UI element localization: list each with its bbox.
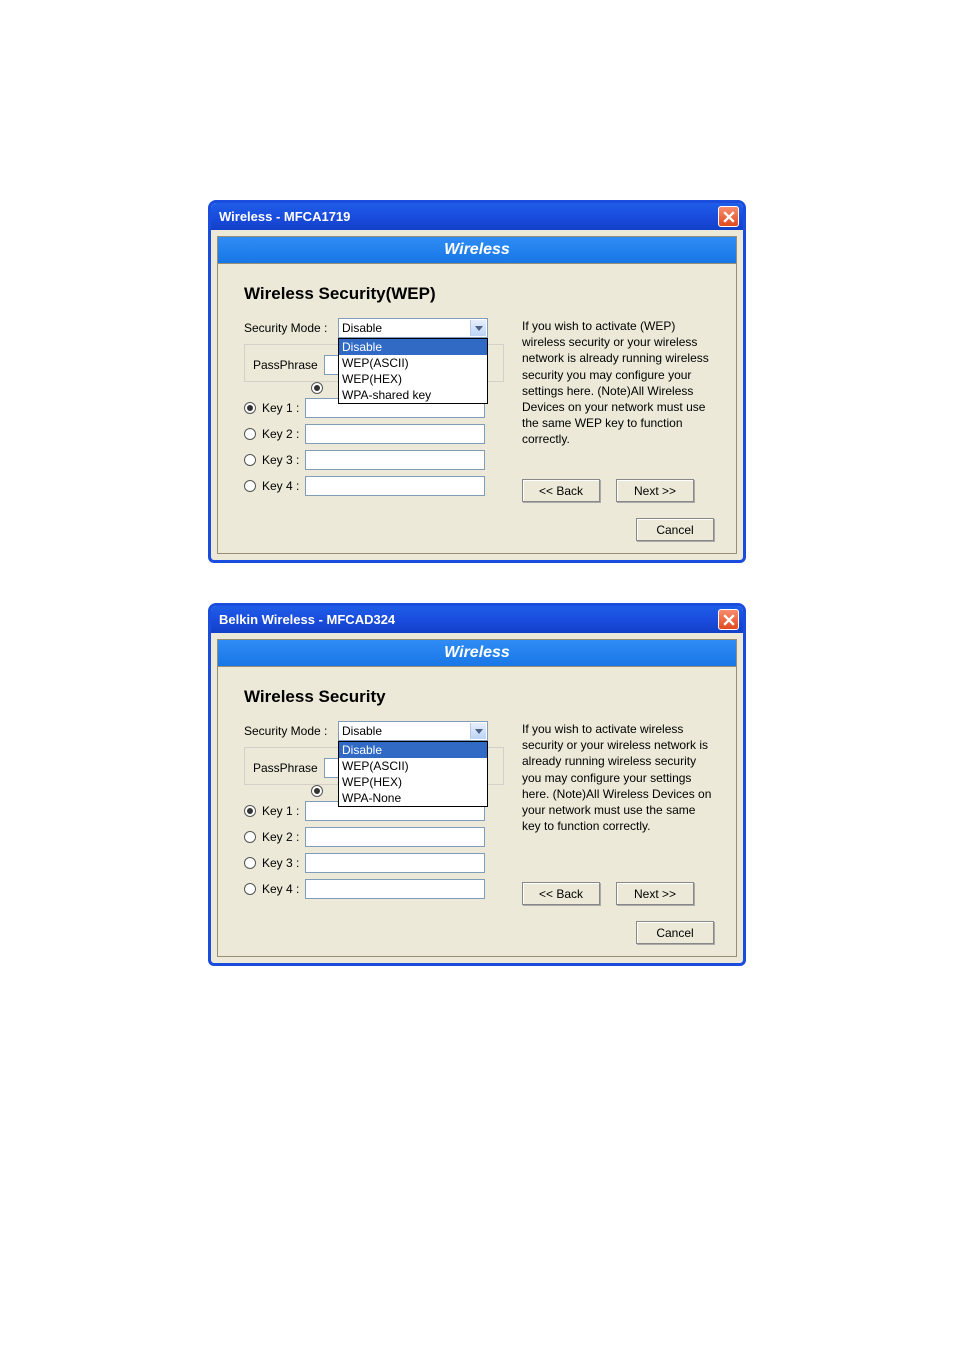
key-2-label: Key 2 : (262, 427, 299, 441)
passphrase-radio[interactable] (311, 785, 323, 797)
key-3-label: Key 3 : (262, 453, 299, 467)
close-icon (723, 614, 735, 626)
chevron-down-icon (470, 320, 486, 336)
help-text: If you wish to activate wireless securit… (522, 721, 714, 834)
key-4-label: Key 4 : (262, 479, 299, 493)
window-title: Wireless - MFCA1719 (219, 209, 350, 224)
close-button[interactable] (718, 206, 739, 227)
chevron-down-icon (470, 723, 486, 739)
key-3-label: Key 3 : (262, 856, 299, 870)
help-text: If you wish to activate (WEP) wireless s… (522, 318, 714, 448)
back-button[interactable]: << Back (522, 882, 600, 905)
key-2-input[interactable] (305, 424, 485, 444)
passphrase-radio[interactable] (311, 382, 323, 394)
passphrase-label: PassPhrase (253, 761, 318, 775)
dropdown-option-disable[interactable]: Disable (339, 742, 487, 758)
key-4-label: Key 4 : (262, 882, 299, 896)
key-3-input[interactable] (305, 853, 485, 873)
key-4-input[interactable] (305, 476, 485, 496)
key-1-label: Key 1 : (262, 804, 299, 818)
content-panel: Wireless Security Security Mode : Disabl… (217, 667, 737, 957)
dropdown-option-wep-ascii[interactable]: WEP(ASCII) (339, 758, 487, 774)
key-2-input[interactable] (305, 827, 485, 847)
key-4-radio[interactable] (244, 883, 256, 895)
security-mode-dropdown[interactable]: Disable WEP(ASCII) WEP(HEX) WPA-None (338, 741, 488, 807)
dropdown-option-wep-hex[interactable]: WEP(HEX) (339, 371, 487, 387)
dropdown-option-wep-ascii[interactable]: WEP(ASCII) (339, 355, 487, 371)
key-1-radio[interactable] (244, 402, 256, 414)
next-button[interactable]: Next >> (616, 479, 694, 502)
close-button[interactable] (718, 609, 739, 630)
window-title: Belkin Wireless - MFCAD324 (219, 612, 395, 627)
security-mode-select[interactable]: Disable (338, 318, 488, 338)
key-1-label: Key 1 : (262, 401, 299, 415)
security-mode-select[interactable]: Disable (338, 721, 488, 741)
back-button[interactable]: << Back (522, 479, 600, 502)
section-title: Wireless Security(WEP) (244, 284, 714, 304)
key-2-label: Key 2 : (262, 830, 299, 844)
key-3-input[interactable] (305, 450, 485, 470)
section-title: Wireless Security (244, 687, 714, 707)
security-mode-value: Disable (342, 321, 382, 335)
key-4-input[interactable] (305, 879, 485, 899)
next-button[interactable]: Next >> (616, 882, 694, 905)
page-banner: Wireless (217, 236, 737, 264)
key-2-radio[interactable] (244, 428, 256, 440)
titlebar: Belkin Wireless - MFCAD324 (211, 606, 743, 633)
key-1-radio[interactable] (244, 805, 256, 817)
security-mode-dropdown[interactable]: Disable WEP(ASCII) WEP(HEX) WPA-shared k… (338, 338, 488, 404)
dropdown-option-wpa-shared[interactable]: WPA-shared key (339, 387, 487, 403)
titlebar: Wireless - MFCA1719 (211, 203, 743, 230)
dropdown-option-wpa-none[interactable]: WPA-None (339, 790, 487, 806)
page-banner: Wireless (217, 639, 737, 667)
passphrase-label: PassPhrase (253, 358, 318, 372)
key-3-radio[interactable] (244, 454, 256, 466)
key-4-radio[interactable] (244, 480, 256, 492)
wireless-dialog-2: Belkin Wireless - MFCAD324 Wireless Wire… (208, 603, 746, 966)
security-mode-value: Disable (342, 724, 382, 738)
key-3-radio[interactable] (244, 857, 256, 869)
key-2-radio[interactable] (244, 831, 256, 843)
content-panel: Wireless Security(WEP) Security Mode : D… (217, 264, 737, 554)
wireless-dialog-1: Wireless - MFCA1719 Wireless Wireless Se… (208, 200, 746, 563)
cancel-button[interactable]: Cancel (636, 921, 714, 944)
dropdown-option-disable[interactable]: Disable (339, 339, 487, 355)
close-icon (723, 211, 735, 223)
security-mode-label: Security Mode : (244, 724, 338, 738)
cancel-button[interactable]: Cancel (636, 518, 714, 541)
dropdown-option-wep-hex[interactable]: WEP(HEX) (339, 774, 487, 790)
security-mode-label: Security Mode : (244, 321, 338, 335)
